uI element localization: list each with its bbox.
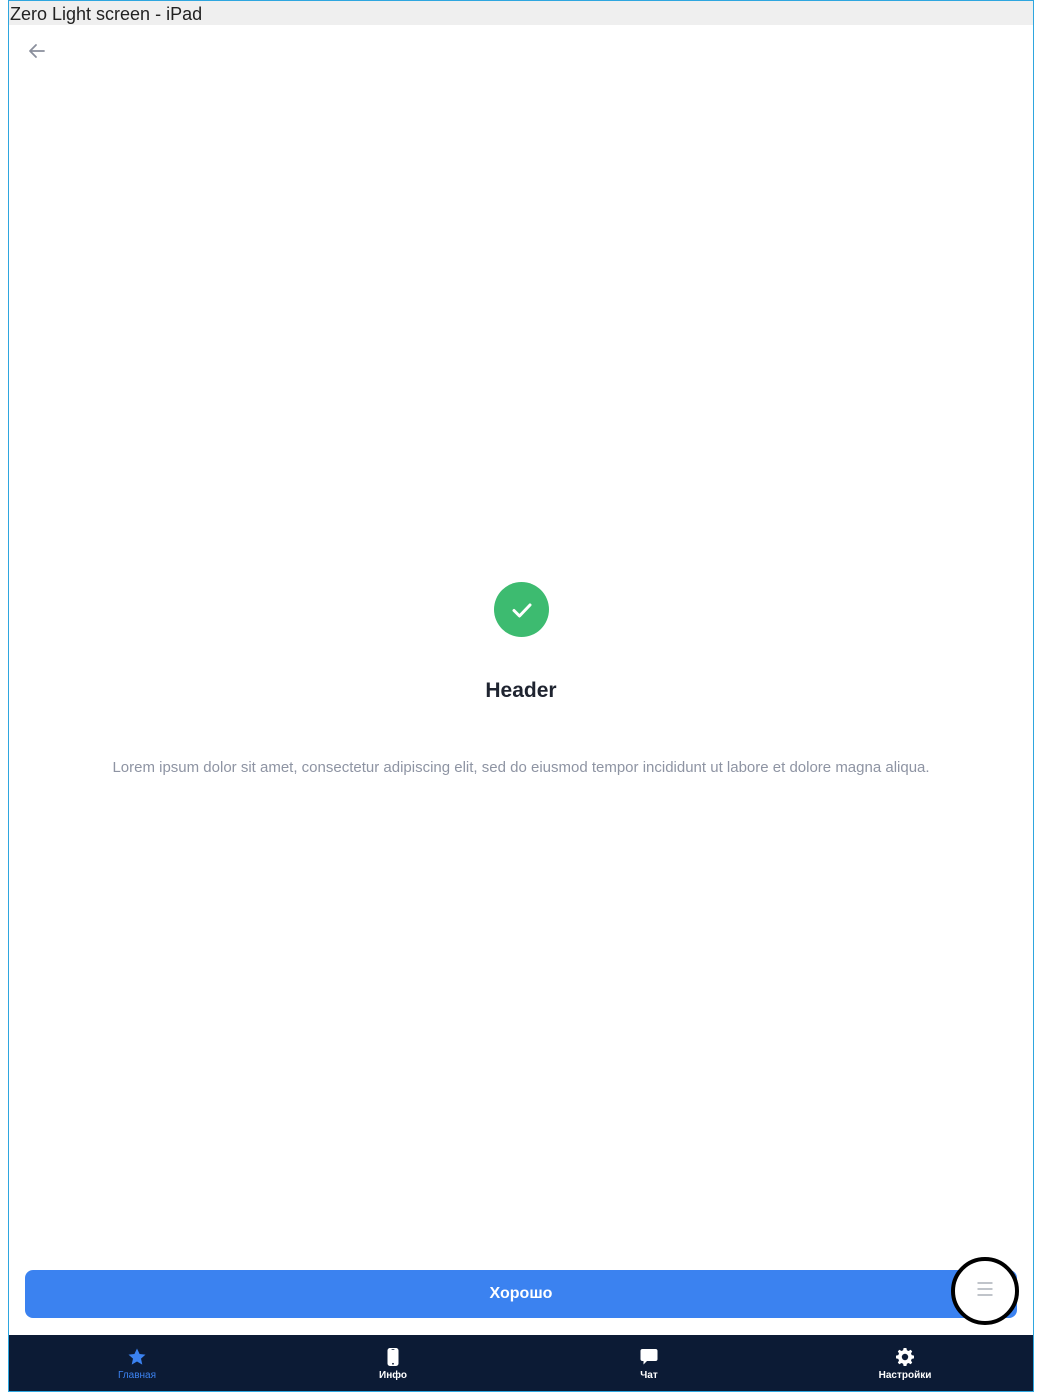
tab-info[interactable]: Инфо <box>265 1335 521 1391</box>
tab-label-home: Главная <box>117 1370 157 1381</box>
chat-icon <box>638 1346 660 1368</box>
tab-home[interactable]: Главная <box>9 1335 265 1391</box>
tab-label-settings: Настройки <box>878 1370 932 1381</box>
floating-menu-button[interactable] <box>951 1257 1019 1325</box>
phone-icon <box>382 1346 404 1368</box>
gear-icon <box>894 1346 916 1368</box>
arrow-left-icon <box>27 41 47 66</box>
page-title: Header <box>485 679 557 702</box>
menu-icon <box>976 1281 994 1302</box>
tab-chat[interactable]: Чат <box>521 1335 777 1391</box>
bottom-tab-bar: Главная Инфо Чат Настройки <box>9 1335 1033 1391</box>
check-circle-icon <box>494 582 549 637</box>
back-button[interactable] <box>25 41 49 65</box>
ipad-screen: Header Lorem ipsum dolor sit amet, conse… <box>9 25 1033 1391</box>
tab-label-info: Инфо <box>379 1370 407 1381</box>
content-area: Header Lorem ipsum dolor sit amet, conse… <box>9 25 1033 1391</box>
tab-label-chat: Чат <box>640 1370 658 1381</box>
window-title: Zero Light screen - iPad <box>9 1 1033 25</box>
tab-settings[interactable]: Настройки <box>777 1335 1033 1391</box>
star-icon <box>126 1346 148 1368</box>
ok-button[interactable]: Хорошо <box>25 1270 1017 1318</box>
description-text: Lorem ipsum dolor sit amet, consectetur … <box>112 759 930 776</box>
